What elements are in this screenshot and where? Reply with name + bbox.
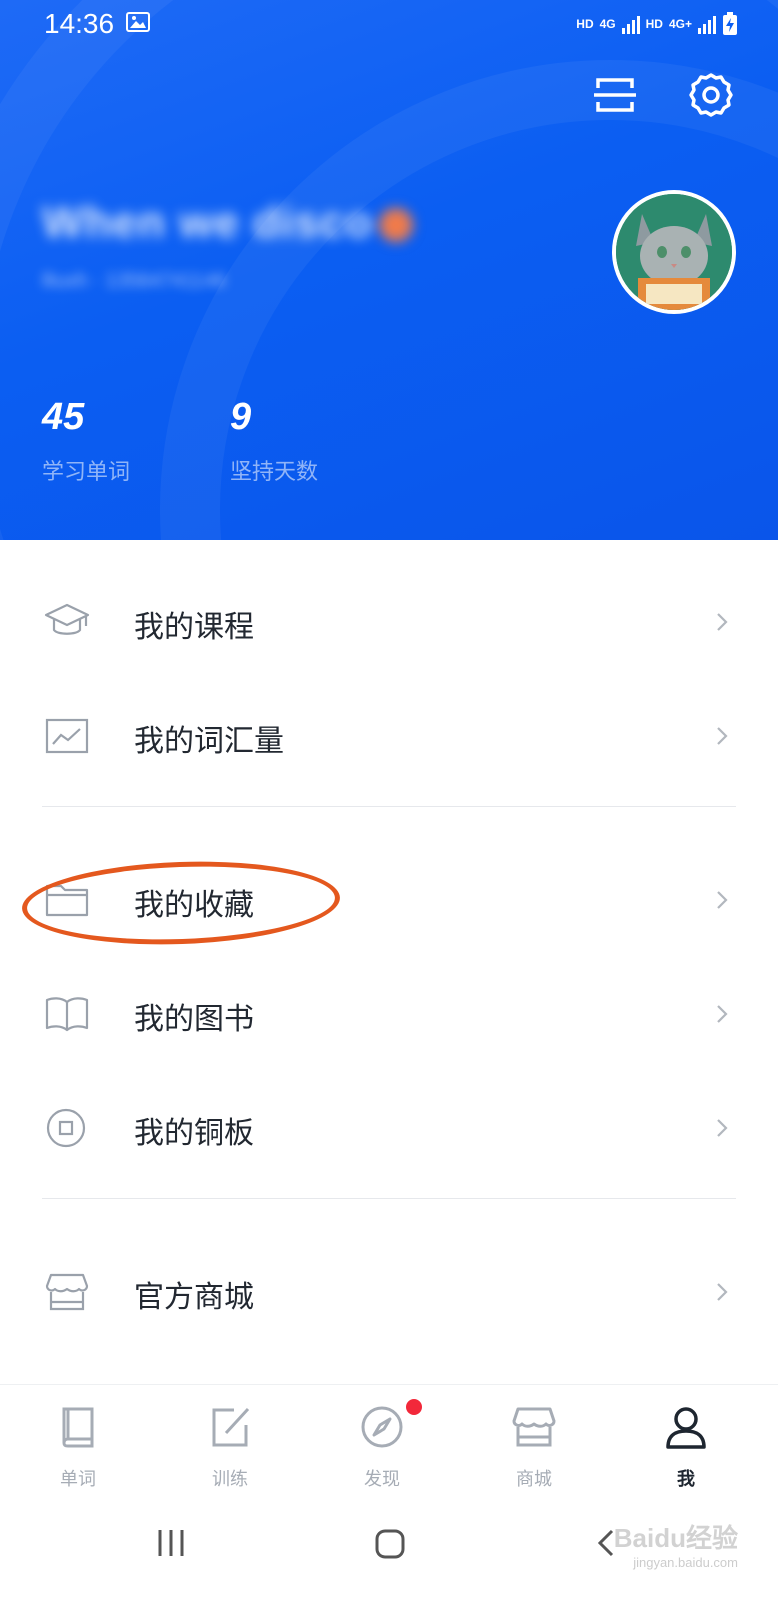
signal-icon xyxy=(698,14,716,34)
menu-divider xyxy=(42,1198,736,1199)
baidu-watermark: Baidu经验 jingyan.baidu.com xyxy=(614,1518,738,1570)
stat-label: 学习单词 xyxy=(42,460,131,485)
tab-label: 我 xyxy=(677,1469,695,1490)
menu-item-label: 我的课程 xyxy=(134,610,254,645)
profile-header: 14:36 HD 4G HD 4G+ When we disco lliuxh … xyxy=(0,0,778,540)
chart-icon xyxy=(45,718,89,754)
chevron-right-icon xyxy=(717,891,728,909)
gear-icon[interactable] xyxy=(688,72,734,118)
status-time: 14:36 xyxy=(44,8,115,39)
store-icon xyxy=(45,1273,89,1311)
coin-icon xyxy=(46,1108,86,1148)
menu-item-label: 我的铜板 xyxy=(134,1116,254,1151)
home-button[interactable] xyxy=(374,1528,406,1560)
folder-icon xyxy=(45,884,89,917)
person-icon xyxy=(666,1407,706,1449)
tab-discover[interactable]: 发现 xyxy=(304,1385,460,1499)
cat-avatar-image xyxy=(616,194,732,310)
watermark-site: jingyan.baidu.com xyxy=(633,1555,738,1570)
tab-label: 商城 xyxy=(516,1469,552,1490)
avatar[interactable] xyxy=(612,190,736,314)
hd-label: HD xyxy=(645,17,663,31)
stat-learned-words[interactable]: 45 学习单词 xyxy=(42,398,130,486)
book-icon xyxy=(62,1407,94,1448)
stat-streak-days[interactable]: 9 坚持天数 xyxy=(230,398,318,486)
tab-training[interactable]: 训练 xyxy=(152,1385,308,1499)
network-label: 4G xyxy=(599,17,616,31)
hd-label: HD xyxy=(576,17,594,31)
menu-item-label: 我的收藏 xyxy=(134,888,254,923)
user-subtitle: lliuxh · 13564741146 xyxy=(42,270,227,292)
menu-item-my-favorites[interactable]: 我的收藏 xyxy=(0,850,778,950)
menu-divider xyxy=(42,806,736,807)
status-bar: 14:36 HD 4G HD 4G+ xyxy=(0,0,778,48)
username-text: When we disco xyxy=(42,198,373,247)
tab-words[interactable]: 单词 xyxy=(0,1385,156,1499)
stat-label: 坚持天数 xyxy=(230,460,319,485)
chevron-right-icon xyxy=(717,1119,728,1137)
chevron-right-icon xyxy=(717,727,728,745)
user-badge-icon xyxy=(378,208,413,243)
compass-icon xyxy=(361,1406,403,1448)
signal-icon xyxy=(621,14,640,34)
menu-item-label: 我的图书 xyxy=(134,1002,254,1037)
stat-value: 9 xyxy=(230,396,252,438)
menu-item-label: 我的词汇量 xyxy=(134,724,284,759)
graduation-cap-icon xyxy=(44,603,90,635)
image-notification-icon xyxy=(126,12,150,32)
menu-item-my-vocabulary[interactable]: 我的词汇量 xyxy=(0,686,778,786)
chevron-right-icon xyxy=(717,613,728,631)
store-icon xyxy=(512,1407,556,1447)
notification-dot xyxy=(406,1399,422,1415)
chevron-right-icon xyxy=(717,1283,728,1301)
bottom-tab-bar: 单词 训练 发现 商城 我 xyxy=(0,1384,778,1498)
chevron-right-icon xyxy=(717,1005,728,1023)
stat-value: 45 xyxy=(42,396,85,438)
menu-item-my-courses[interactable]: 我的课程 xyxy=(0,572,778,672)
edit-icon xyxy=(212,1407,250,1447)
tab-label: 训练 xyxy=(212,1469,248,1490)
scan-icon[interactable] xyxy=(592,72,638,118)
menu-item-official-store[interactable]: 官方商城 xyxy=(0,1242,778,1342)
network-label: 4G+ xyxy=(668,17,692,31)
recents-button[interactable] xyxy=(156,1528,186,1558)
book-open-icon xyxy=(45,997,89,1032)
system-navigation-bar: Baidu经验 jingyan.baidu.com xyxy=(0,1498,778,1600)
menu-item-my-books[interactable]: 我的图书 xyxy=(0,964,778,1064)
status-indicators: HD 4G HD 4G+ xyxy=(576,12,738,36)
battery-charging-icon xyxy=(723,12,737,35)
menu-item-my-coins[interactable]: 我的铜板 xyxy=(0,1078,778,1178)
menu-item-label: 官方商城 xyxy=(134,1280,254,1315)
watermark-brand: Baidu经验 xyxy=(613,1523,738,1553)
username: When we disco xyxy=(42,198,413,248)
tab-label: 单词 xyxy=(60,1469,96,1490)
tab-store[interactable]: 商城 xyxy=(456,1385,612,1499)
tab-me[interactable]: 我 xyxy=(608,1385,764,1499)
tab-label: 发现 xyxy=(364,1469,400,1490)
